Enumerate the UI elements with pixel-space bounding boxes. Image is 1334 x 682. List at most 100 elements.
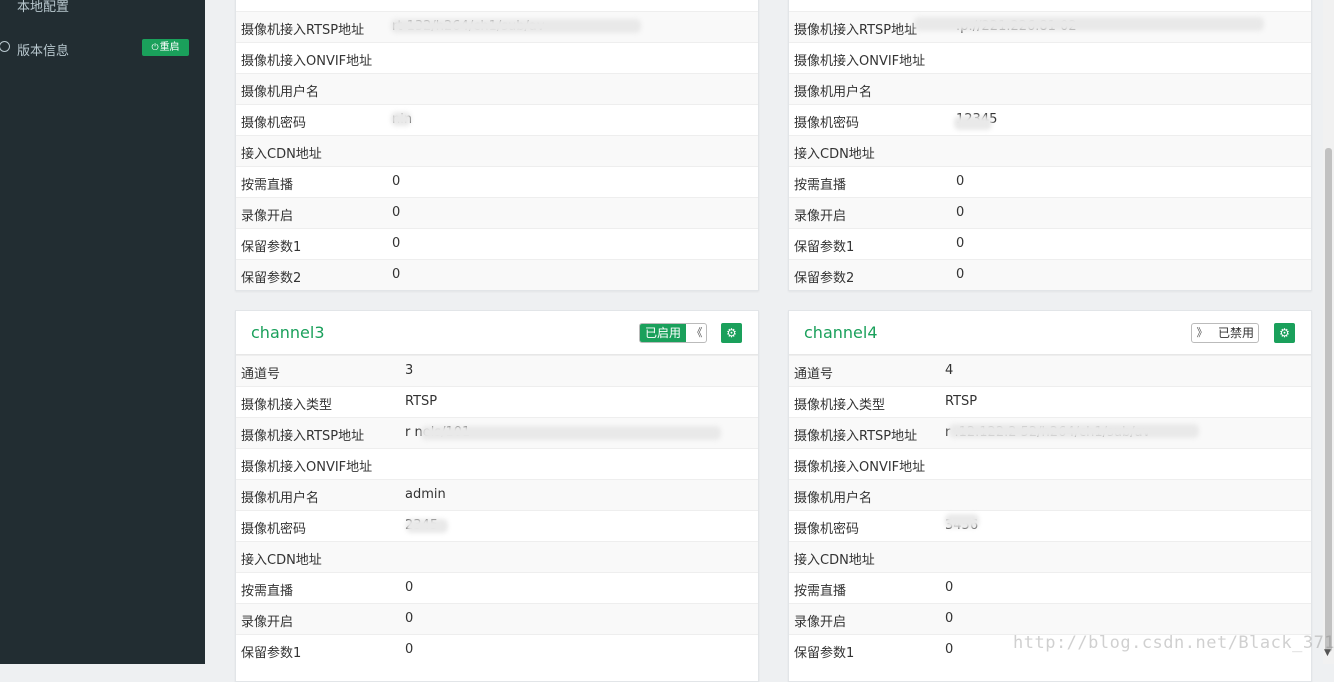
field-value: 0 (956, 267, 965, 282)
table-row: 保留参数1 0 (789, 228, 1311, 259)
sidebar: 本地配置 版本信息 ⏻重启 (0, 0, 205, 664)
redaction (949, 424, 1199, 438)
table-row: 摄像机接入ONVIF地址 (789, 42, 1311, 73)
field-label: 摄像机接入类型 (794, 398, 886, 413)
field-value: 0 (392, 205, 401, 220)
table-row: 录像开启 0 (236, 197, 758, 228)
field-label: 通道号 (241, 367, 281, 382)
sidebar-item-label: 版本信息 (17, 44, 70, 59)
field-label: 录像开启 (241, 615, 294, 630)
redaction (914, 17, 1264, 31)
field-value: 0 (405, 580, 414, 595)
field-label: 摄像机接入ONVIF地址 (241, 460, 373, 475)
field-value: 0 (392, 174, 401, 189)
field-label: 接入CDN地址 (794, 147, 875, 162)
field-value: RTSP (945, 394, 978, 409)
field-label: 接入CDN地址 (241, 147, 322, 162)
table-row: 接入CDN地址 (236, 135, 758, 166)
channel1-panel: 摄像机接入RTSP地址rt 132/h264/ch1/sub/av摄像机接入ON… (235, 0, 759, 291)
table-row: 摄像机密码 nin (236, 104, 758, 135)
scrollbar[interactable]: ▼ (1323, 0, 1334, 664)
field-label: 摄像机密码 (241, 116, 307, 131)
field-value: 4 (945, 363, 954, 378)
field-label: 摄像机用户名 (241, 491, 320, 506)
field-label: 摄像机接入RTSP地址 (241, 429, 365, 444)
field-value: 0 (945, 642, 954, 657)
power-icon: ⏻ (151, 43, 159, 53)
field-value: 0 (405, 611, 414, 626)
field-label: 按需直播 (241, 178, 294, 193)
toggle-arrow-icon: 《 (691, 326, 703, 339)
table-row: 摄像机用户名 (236, 73, 758, 104)
field-value: 0 (945, 611, 954, 626)
field-label: 按需直播 (794, 178, 847, 193)
channel3-panel: channel3 已启用 《 ⚙ 通道号 3 摄像机接入类型 RTSP 摄像机接入RTS… (235, 310, 759, 682)
field-label: 摄像机接入ONVIF地址 (794, 460, 926, 475)
channel4-enable-toggle[interactable]: 》 已禁用 (1191, 323, 1259, 343)
channel4-title: channel4 (804, 323, 878, 342)
table-row: 录像开启 0 (789, 197, 1311, 228)
scrollbar-thumb[interactable] (1325, 148, 1332, 652)
gear-icon: ⚙ (726, 326, 737, 340)
table-row: 按需直播 0 (789, 572, 1311, 603)
field-label: 摄像机用户名 (794, 491, 873, 506)
field-value: 3 (405, 363, 414, 378)
redaction (391, 19, 641, 33)
field-label: 摄像机接入类型 (241, 398, 333, 413)
field-label: 摄像机接入RTSP地址 (241, 23, 365, 38)
channel3-enable-toggle[interactable]: 已启用 《 (639, 323, 707, 343)
channel4-header: channel4 》 已禁用 ⚙ (789, 311, 1311, 355)
toggle-arrow-icon: 》 (1196, 326, 1208, 339)
table-row: 摄像机接入类型 RTSP (789, 386, 1311, 417)
field-label: 保留参数2 (794, 271, 855, 286)
table-row: 录像开启 0 (789, 603, 1311, 634)
channel3-settings-button[interactable]: ⚙ (721, 323, 742, 343)
table-row: 摄像机接入类型 RTSP (236, 386, 758, 417)
table-row: 保留参数2 0 (789, 259, 1311, 290)
field-label: 接入CDN地址 (794, 553, 875, 568)
field-value: 0 (956, 236, 965, 251)
table-row: 摄像机密码 12345 (789, 104, 1311, 135)
field-value: 0 (392, 236, 401, 251)
table-row: 摄像机用户名 (789, 479, 1311, 510)
field-value: 0 (945, 580, 954, 595)
table-row: 按需直播 0 (236, 572, 758, 603)
channel4-settings-button[interactable]: ⚙ (1274, 323, 1295, 343)
channel1-table: 摄像机接入RTSP地址rt 132/h264/ch1/sub/av摄像机接入ON… (236, 11, 758, 290)
redaction (421, 426, 721, 440)
table-row: 摄像机密码 3456 (789, 510, 1311, 541)
table-row: 保留参数1 0 (236, 634, 758, 665)
field-label: 保留参数1 (241, 646, 302, 661)
table-row: 按需直播 0 (789, 166, 1311, 197)
field-label: 保留参数1 (241, 240, 302, 255)
field-label: 保留参数2 (241, 271, 302, 286)
field-label: 录像开启 (241, 209, 294, 224)
field-label: 接入CDN地址 (241, 553, 322, 568)
globe-icon (0, 41, 10, 52)
gear-icon: ⚙ (1279, 326, 1290, 340)
sidebar-item-label: 本地配置 (17, 0, 70, 15)
redaction (406, 519, 448, 533)
table-row: 摄像机用户名 (789, 73, 1311, 104)
field-label: 摄像机用户名 (794, 85, 873, 100)
channel3-title: channel3 (251, 323, 325, 342)
table-row: 摄像机接入ONVIF地址 (236, 448, 758, 479)
sidebar-item-local-config[interactable]: 本地配置 (0, 0, 205, 16)
field-value: 0 (956, 205, 965, 220)
field-label: 录像开启 (794, 209, 847, 224)
field-label: 通道号 (794, 367, 834, 382)
channel4-panel: channel4 》 已禁用 ⚙ 通道号 4 摄像机接入类型 RTSP 摄像机接入RTS… (788, 310, 1312, 682)
watermark: http://blog.csdn.net/Black_3717 (1013, 633, 1334, 653)
table-row: 按需直播 0 (236, 166, 758, 197)
table-row: 摄像机接入ONVIF地址 (789, 448, 1311, 479)
table-row: 接入CDN地址 (789, 135, 1311, 166)
table-row: 接入CDN地址 (789, 541, 1311, 572)
channel2-panel: 摄像机接入RTSP地址 .p://221.226.81 02摄像机接入ONVIF… (788, 0, 1312, 291)
field-label: 摄像机用户名 (241, 85, 320, 100)
restart-button[interactable]: ⏻重启 (142, 39, 189, 56)
table-row: 通道号 4 (789, 355, 1311, 386)
restart-label: 重启 (159, 42, 180, 53)
field-value: 0 (405, 642, 414, 657)
table-row: 接入CDN地址 (236, 541, 758, 572)
channel3-header: channel3 已启用 《 ⚙ (236, 311, 758, 355)
